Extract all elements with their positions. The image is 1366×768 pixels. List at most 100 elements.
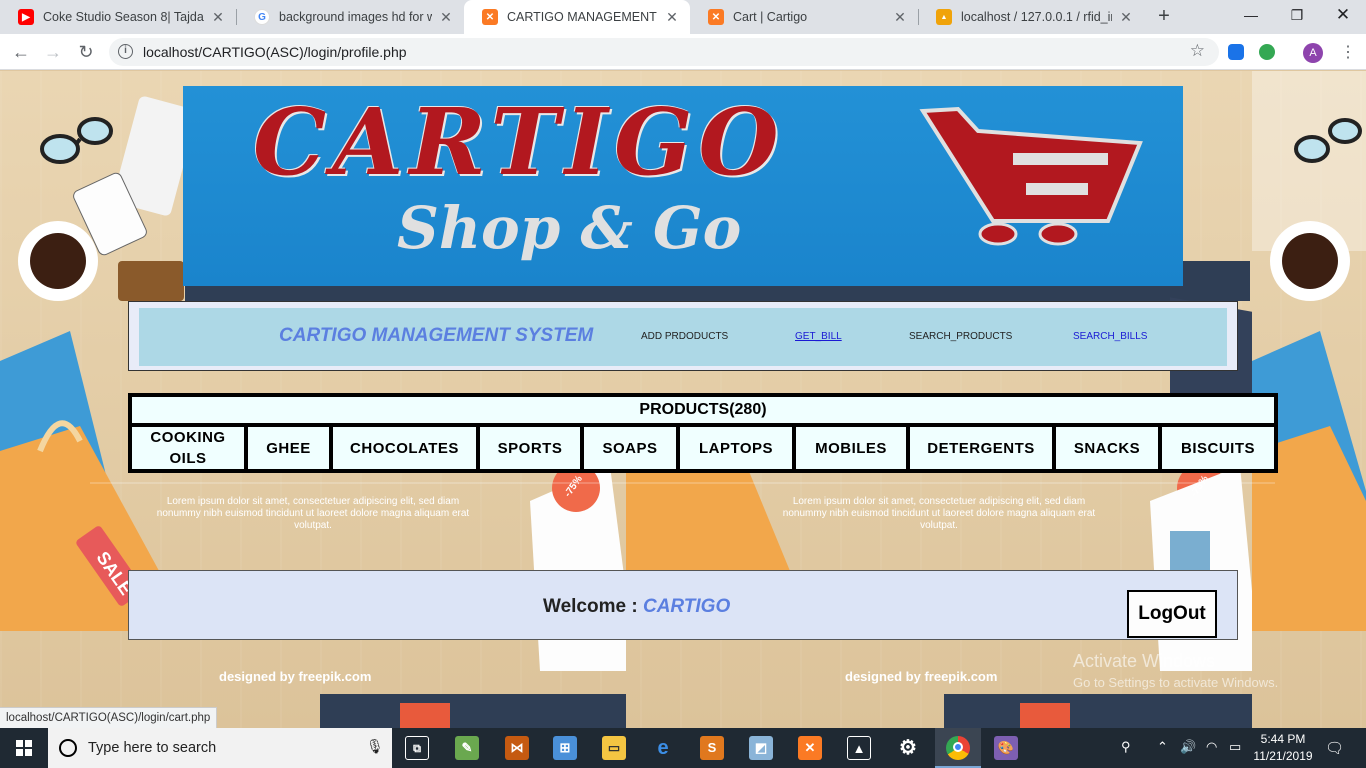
- battery-icon[interactable]: ▭: [1229, 739, 1241, 755]
- link-status-bubble: localhost/CARTIGO(ASC)/login/cart.php: [0, 707, 218, 728]
- close-icon[interactable]: ✕: [664, 9, 680, 26]
- google-icon: G: [254, 9, 270, 25]
- category-chocolates[interactable]: CHOCOLATES: [333, 427, 476, 469]
- cartigo-banner: CARTIGO Shop & Go: [183, 86, 1183, 286]
- browser-tab-strip: ▶ Coke Studio Season 8| Tajdar-e ✕ G bac…: [0, 0, 1366, 34]
- logo-tagline: Shop & Go: [397, 194, 742, 262]
- background-lorem-text: Lorem ipsum dolor sit amet, consectetuer…: [156, 496, 470, 531]
- background-lorem-text: Lorem ipsum dolor sit amet, consectetuer…: [782, 496, 1096, 531]
- extension-search-icon[interactable]: [1259, 44, 1275, 60]
- restore-icon[interactable]: ❐: [1274, 0, 1320, 30]
- taskbar-clock[interactable]: 5:44 PM 11/21/2019: [1246, 731, 1320, 765]
- browser-tab[interactable]: ▲ localhost / 127.0.0.1 / rfid_inve ✕: [918, 0, 1144, 34]
- chrome-icon[interactable]: [946, 736, 970, 760]
- phpmyadmin-icon: ▲: [936, 9, 952, 25]
- chevron-up-icon[interactable]: ⌃: [1157, 739, 1168, 755]
- welcome-username: CARTIGO: [642, 596, 731, 617]
- watermark-title: Activate Windows: [1073, 651, 1216, 671]
- tab-title: Coke Studio Season 8| Tajdar-e: [43, 10, 204, 24]
- minimize-icon[interactable]: —: [1228, 0, 1274, 30]
- sublime-icon[interactable]: S: [700, 736, 724, 760]
- app-icon[interactable]: ◩: [749, 736, 773, 760]
- window-close-icon[interactable]: ✕: [1320, 0, 1366, 30]
- close-icon[interactable]: ✕: [1118, 9, 1134, 26]
- browser-tab[interactable]: ▶ Coke Studio Season 8| Tajdar-e ✕: [0, 0, 236, 34]
- clock-date: 11/21/2019: [1253, 749, 1313, 763]
- windows-taskbar: Type here to search 🎙 ⧉ ✎ ⋈ ⊞ ▭ e S ◩ ✕ …: [0, 728, 1366, 768]
- app-icon[interactable]: ✎: [455, 736, 479, 760]
- kebab-menu-icon[interactable]: ⋮: [1340, 42, 1356, 62]
- paint-icon[interactable]: 🎨: [994, 736, 1018, 760]
- category-cooking-oils[interactable]: COOKING OILS: [132, 427, 244, 469]
- youtube-icon: ▶: [18, 9, 34, 25]
- nav-inner: CARTIGO MANAGEMENT SYSTEM ADD PRDODUCTS …: [139, 308, 1227, 366]
- wallet-icon: [118, 261, 184, 301]
- info-icon[interactable]: i: [118, 44, 133, 59]
- volume-icon[interactable]: 🔊: [1180, 739, 1196, 755]
- glasses-icon: [40, 117, 113, 164]
- url-text[interactable]: localhost/CARTIGO(ASC)/login/profile.php: [143, 44, 407, 60]
- file-explorer-icon[interactable]: ▭: [602, 736, 626, 760]
- close-icon[interactable]: ✕: [438, 9, 454, 26]
- browser-tab[interactable]: ✕ Cart | Cartigo ✕: [690, 0, 918, 34]
- category-laptops[interactable]: LAPTOPS: [680, 427, 792, 469]
- search-bills-link[interactable]: SEARCH_BILLS: [1073, 331, 1147, 342]
- get-bill-link[interactable]: GET_BILL: [795, 331, 842, 342]
- category-biscuits[interactable]: BISCUITS: [1162, 427, 1274, 469]
- edge-icon[interactable]: e: [651, 736, 675, 760]
- search-products-link[interactable]: SEARCH_PRODUCTS: [909, 331, 1012, 342]
- web-page: Lorem ipsum dolor sit amet, consectetuer…: [0, 71, 1366, 728]
- microphone-icon[interactable]: 🎙: [366, 738, 384, 755]
- browser-toolbar: ← → ↻ i localhost/CARTIGO(ASC)/login/pro…: [0, 34, 1366, 70]
- notifications-icon[interactable]: 🗨: [1325, 739, 1344, 757]
- category-mobiles[interactable]: MOBILES: [796, 427, 906, 469]
- close-icon[interactable]: ✕: [892, 9, 908, 26]
- xampp-icon: ✕: [708, 9, 724, 25]
- welcome-message: Welcome : CARTIGO: [543, 596, 730, 618]
- tab-title: background images hd for wel: [279, 10, 432, 24]
- category-snacks[interactable]: SNACKS: [1056, 427, 1158, 469]
- back-arrow-icon[interactable]: ←: [9, 40, 33, 64]
- forward-arrow-icon[interactable]: →: [41, 40, 65, 64]
- new-tab-plus-icon[interactable]: +: [1152, 5, 1176, 29]
- xampp-icon[interactable]: ✕: [798, 736, 822, 760]
- add-products-link[interactable]: ADD PRDODUCTS: [641, 331, 728, 342]
- wifi-icon[interactable]: ◠: [1206, 739, 1217, 755]
- logo-text: CARTIGO: [253, 88, 785, 196]
- xampp-icon: ✕: [482, 9, 498, 25]
- bookmark-star-icon[interactable]: ☆: [1190, 41, 1205, 61]
- windows-start-icon[interactable]: [0, 728, 48, 768]
- photos-icon[interactable]: ▲: [847, 736, 871, 760]
- management-nav-box: CARTIGO MANAGEMENT SYSTEM ADD PRDODUCTS …: [128, 301, 1238, 371]
- category-detergents[interactable]: DETERGENTS: [910, 427, 1052, 469]
- logout-button[interactable]: LogOut: [1127, 590, 1217, 638]
- settings-gear-icon[interactable]: ⚙: [896, 736, 920, 760]
- watermark-subtitle: Go to Settings to activate Windows.: [1073, 675, 1279, 690]
- visual-studio-icon[interactable]: ⋈: [505, 736, 529, 760]
- browser-tab-active[interactable]: ✕ CARTIGO MANAGEMENT SYSTEM ✕: [464, 0, 690, 34]
- browser-tab[interactable]: G background images hd for wel ✕: [236, 0, 464, 34]
- address-bar[interactable]: i localhost/CARTIGO(ASC)/login/profile.p…: [109, 38, 1219, 66]
- category-soaps[interactable]: SOAPS: [584, 427, 676, 469]
- search-placeholder: Type here to search: [88, 740, 217, 756]
- taskbar-search-box[interactable]: Type here to search 🎙: [48, 728, 392, 768]
- people-icon[interactable]: ⚲: [1121, 739, 1131, 755]
- store-icon[interactable]: ⊞: [553, 736, 577, 760]
- reload-icon[interactable]: ↻: [74, 40, 98, 64]
- products-heading: PRODUCTS(280): [132, 397, 1274, 423]
- category-sports[interactable]: SPORTS: [480, 427, 580, 469]
- tab-title: Cart | Cartigo: [733, 10, 808, 24]
- freepik-credit: designed by freepik.com: [219, 669, 372, 684]
- welcome-label: Welcome :: [543, 596, 643, 617]
- task-view-icon[interactable]: ⧉: [405, 736, 429, 760]
- welcome-box: Welcome : CARTIGO LogOut: [128, 570, 1238, 640]
- products-table: PRODUCTS(280) COOKING OILS GHEE CHOCOLAT…: [128, 393, 1278, 473]
- cortana-icon: [59, 739, 77, 757]
- tab-title: localhost / 127.0.0.1 / rfid_inve: [961, 10, 1112, 24]
- close-icon[interactable]: ✕: [210, 9, 226, 26]
- profile-avatar[interactable]: A: [1303, 43, 1323, 63]
- extension-icon[interactable]: [1228, 44, 1244, 60]
- category-ghee[interactable]: GHEE: [248, 427, 329, 469]
- shopping-cart-icon: [919, 106, 1143, 246]
- freepik-credit: designed by freepik.com: [845, 669, 998, 684]
